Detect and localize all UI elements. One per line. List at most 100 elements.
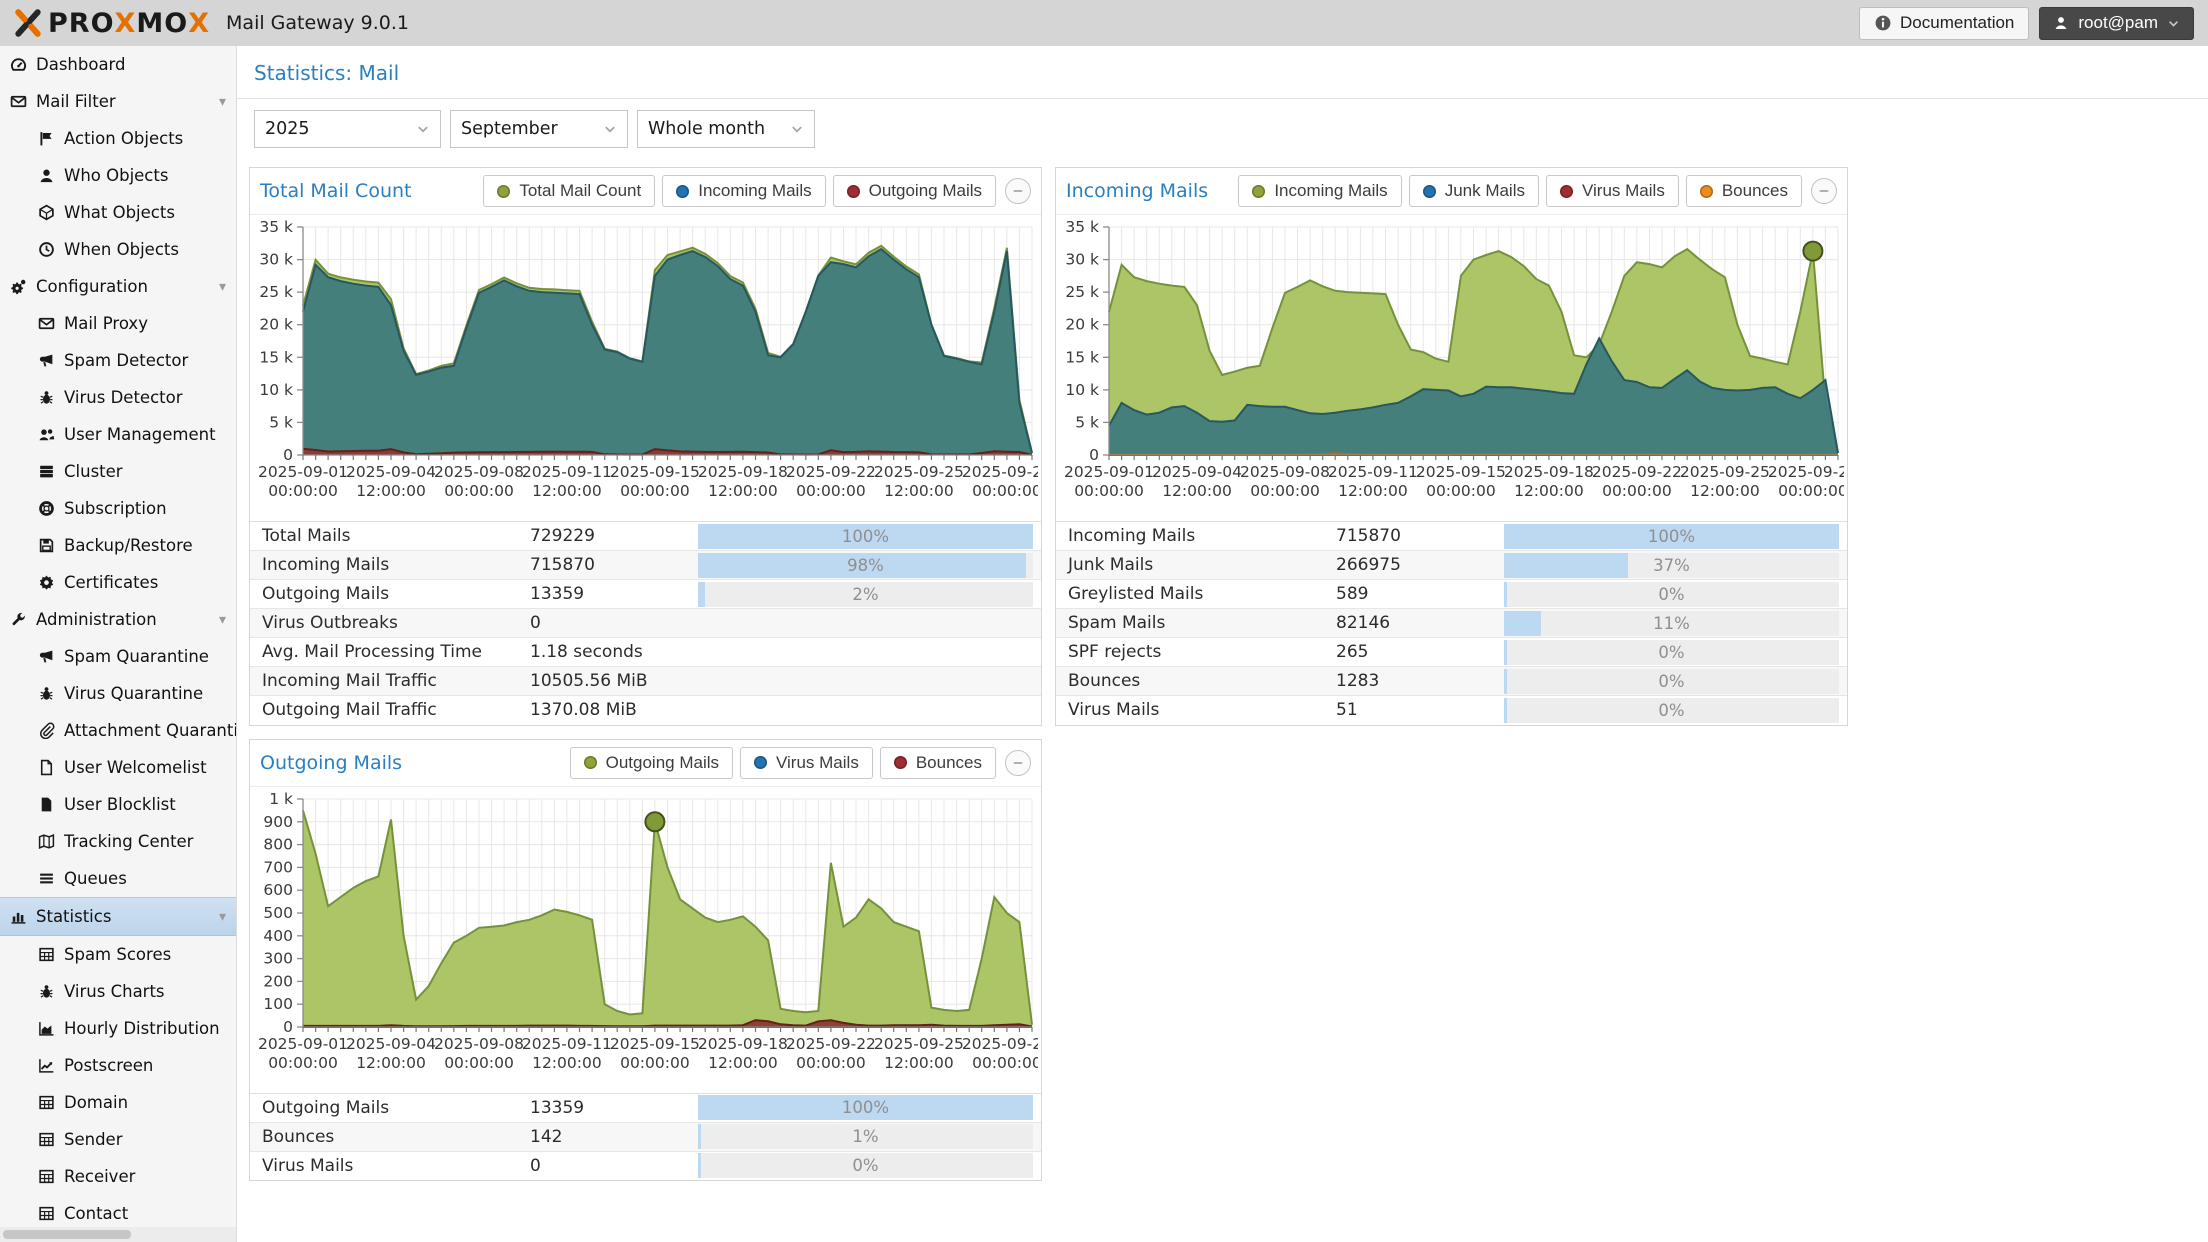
sidebar-item-what-objects[interactable]: What Objects	[0, 194, 236, 231]
month-select[interactable]: September	[450, 110, 628, 148]
table-row-junk-mails[interactable]: Junk Mails26697537%	[1056, 551, 1847, 580]
svg-text:2025-09-18: 2025-09-18	[698, 463, 788, 481]
sidebar-item-who-objects[interactable]: Who Objects	[0, 157, 236, 194]
sidebar-item-statistics[interactable]: Statistics▾	[0, 897, 236, 936]
sidebar-item-label: Certificates	[64, 573, 158, 592]
chevron-down-icon	[603, 122, 617, 136]
sidebar-item-postscreen[interactable]: Postscreen	[0, 1047, 236, 1084]
user-menu-button[interactable]: root@pam	[2039, 7, 2194, 40]
table-icon	[38, 1131, 55, 1148]
sidebar-item-mail-filter[interactable]: Mail Filter▾	[0, 83, 236, 120]
sidebar-item-backup-restore[interactable]: Backup/Restore	[0, 527, 236, 564]
sidebar-item-attachment-quarantine[interactable]: Attachment Quarantine	[0, 712, 236, 749]
sidebar-item-domain[interactable]: Domain	[0, 1084, 236, 1121]
stat-value: 13359	[530, 580, 698, 609]
svg-text:00:00:00: 00:00:00	[268, 1054, 338, 1072]
legend-item-junk-mails[interactable]: Junk Mails	[1409, 175, 1539, 207]
percent-bar: 0%	[1504, 698, 1839, 723]
table-row-bounces[interactable]: Bounces1421%	[250, 1122, 1041, 1151]
legend-item-outgoing-mails[interactable]: Outgoing Mails	[570, 747, 733, 779]
sidebar-item-certificates[interactable]: Certificates	[0, 564, 236, 601]
sidebar-item-mail-proxy[interactable]: Mail Proxy	[0, 305, 236, 342]
stat-label: Greylisted Mails	[1056, 580, 1336, 609]
percent-bar: 0%	[1504, 669, 1839, 694]
percent-bar: 100%	[1504, 524, 1839, 549]
legend-item-bounces[interactable]: Bounces	[880, 747, 996, 779]
sidebar-item-when-objects[interactable]: When Objects	[0, 231, 236, 268]
svg-text:2025-09-11: 2025-09-11	[522, 463, 612, 481]
collapse-arrow-icon[interactable]: ▾	[219, 612, 226, 628]
table-row-virus-mails[interactable]: Virus Mails00%	[250, 1151, 1041, 1180]
timespan-select[interactable]: Whole month	[637, 110, 815, 148]
svg-text:2025-09-29: 2025-09-29	[962, 463, 1038, 481]
sidebar-scrollbar[interactable]	[0, 1227, 236, 1242]
sidebar-item-subscription[interactable]: Subscription	[0, 490, 236, 527]
table-row-incoming-mail-traffic[interactable]: Incoming Mail Traffic10505.56 MiB	[250, 667, 1041, 696]
table-row-incoming-mails[interactable]: Incoming Mails71587098%	[250, 551, 1041, 580]
stat-value: 51	[1336, 696, 1504, 725]
table-row-incoming-mails[interactable]: Incoming Mails715870100%	[1056, 522, 1847, 551]
table-row-outgoing-mails[interactable]: Outgoing Mails13359100%	[250, 1093, 1041, 1122]
table-row-virus-outbreaks[interactable]: Virus Outbreaks0	[250, 609, 1041, 638]
legend-item-virus-mails[interactable]: Virus Mails	[740, 747, 873, 779]
floppy-icon	[38, 537, 55, 554]
table-row-avg-mail-processing-time[interactable]: Avg. Mail Processing Time1.18 seconds	[250, 638, 1041, 667]
sidebar-item-cluster[interactable]: Cluster	[0, 453, 236, 490]
table-row-greylisted-mails[interactable]: Greylisted Mails5890%	[1056, 580, 1847, 609]
user-icon	[2053, 15, 2069, 31]
sidebar-item-receiver[interactable]: Receiver	[0, 1158, 236, 1195]
collapse-arrow-icon[interactable]: ▾	[219, 909, 226, 925]
collapse-button[interactable]	[1811, 178, 1837, 204]
documentation-button[interactable]: Documentation	[1859, 7, 2029, 40]
table-icon	[38, 946, 55, 963]
svg-text:12:00:00: 12:00:00	[1514, 482, 1584, 500]
sidebar-item-dashboard[interactable]: Dashboard	[0, 46, 236, 83]
sidebar-item-spam-quarantine[interactable]: Spam Quarantine	[0, 638, 236, 675]
collapse-arrow-icon[interactable]: ▾	[219, 279, 226, 295]
table-row-virus-mails[interactable]: Virus Mails510%	[1056, 696, 1847, 725]
sidebar-item-configuration[interactable]: Configuration▾	[0, 268, 236, 305]
sidebar-item-sender[interactable]: Sender	[0, 1121, 236, 1158]
stat-value: 142	[530, 1122, 698, 1151]
svg-text:2025-09-08: 2025-09-08	[434, 463, 524, 481]
legend-item-incoming-mails[interactable]: Incoming Mails	[662, 175, 825, 207]
sidebar-item-action-objects[interactable]: Action Objects	[0, 120, 236, 157]
proxmox-logo: PROXMOX	[14, 8, 210, 39]
table-row-outgoing-mail-traffic[interactable]: Outgoing Mail Traffic1370.08 MiB	[250, 696, 1041, 725]
stats-table: Outgoing Mails13359100%Bounces1421%Virus…	[250, 1093, 1041, 1181]
sidebar-item-tracking-center[interactable]: Tracking Center	[0, 823, 236, 860]
collapse-arrow-icon[interactable]: ▾	[219, 94, 226, 110]
legend-item-incoming-mails[interactable]: Incoming Mails	[1238, 175, 1401, 207]
percent-bar-label: 0%	[1504, 669, 1839, 694]
table-row-spam-mails[interactable]: Spam Mails8214611%	[1056, 609, 1847, 638]
sidebar-item-spam-detector[interactable]: Spam Detector	[0, 342, 236, 379]
year-select[interactable]: 2025	[254, 110, 441, 148]
legend-item-outgoing-mails[interactable]: Outgoing Mails	[833, 175, 996, 207]
sidebar-item-label: Postscreen	[64, 1056, 153, 1075]
collapse-button[interactable]	[1005, 750, 1031, 776]
panel-title: Incoming Mails	[1066, 180, 1208, 202]
sidebar-item-user-welcomelist[interactable]: User Welcomelist	[0, 749, 236, 786]
legend-item-total-mail-count[interactable]: Total Mail Count	[483, 175, 655, 207]
sidebar-scrollbar-thumb[interactable]	[3, 1230, 131, 1239]
sidebar-item-user-management[interactable]: User Management	[0, 416, 236, 453]
legend-item-bounces[interactable]: Bounces	[1686, 175, 1802, 207]
sidebar-item-administration[interactable]: Administration▾	[0, 601, 236, 638]
table-row-outgoing-mails[interactable]: Outgoing Mails133592%	[250, 580, 1041, 609]
collapse-button[interactable]	[1005, 178, 1031, 204]
sidebar-item-virus-detector[interactable]: Virus Detector	[0, 379, 236, 416]
sidebar-item-virus-quarantine[interactable]: Virus Quarantine	[0, 675, 236, 712]
sidebar-item-spam-scores[interactable]: Spam Scores	[0, 936, 236, 973]
sidebar-item-virus-charts[interactable]: Virus Charts	[0, 973, 236, 1010]
sidebar-item-user-blocklist[interactable]: User Blocklist	[0, 786, 236, 823]
table-row-spf-rejects[interactable]: SPF rejects2650%	[1056, 638, 1847, 667]
sidebar-item-hourly-distribution[interactable]: Hourly Distribution	[0, 1010, 236, 1047]
table-row-bounces[interactable]: Bounces12830%	[1056, 667, 1847, 696]
svg-text:1 k: 1 k	[269, 790, 293, 808]
table-row-total-mails[interactable]: Total Mails729229100%	[250, 522, 1041, 551]
clock-icon	[38, 241, 55, 258]
legend-item-virus-mails[interactable]: Virus Mails	[1546, 175, 1679, 207]
sidebar-item-queues[interactable]: Queues	[0, 860, 236, 897]
stat-value: 265	[1336, 638, 1504, 667]
svg-text:0: 0	[283, 1018, 293, 1036]
